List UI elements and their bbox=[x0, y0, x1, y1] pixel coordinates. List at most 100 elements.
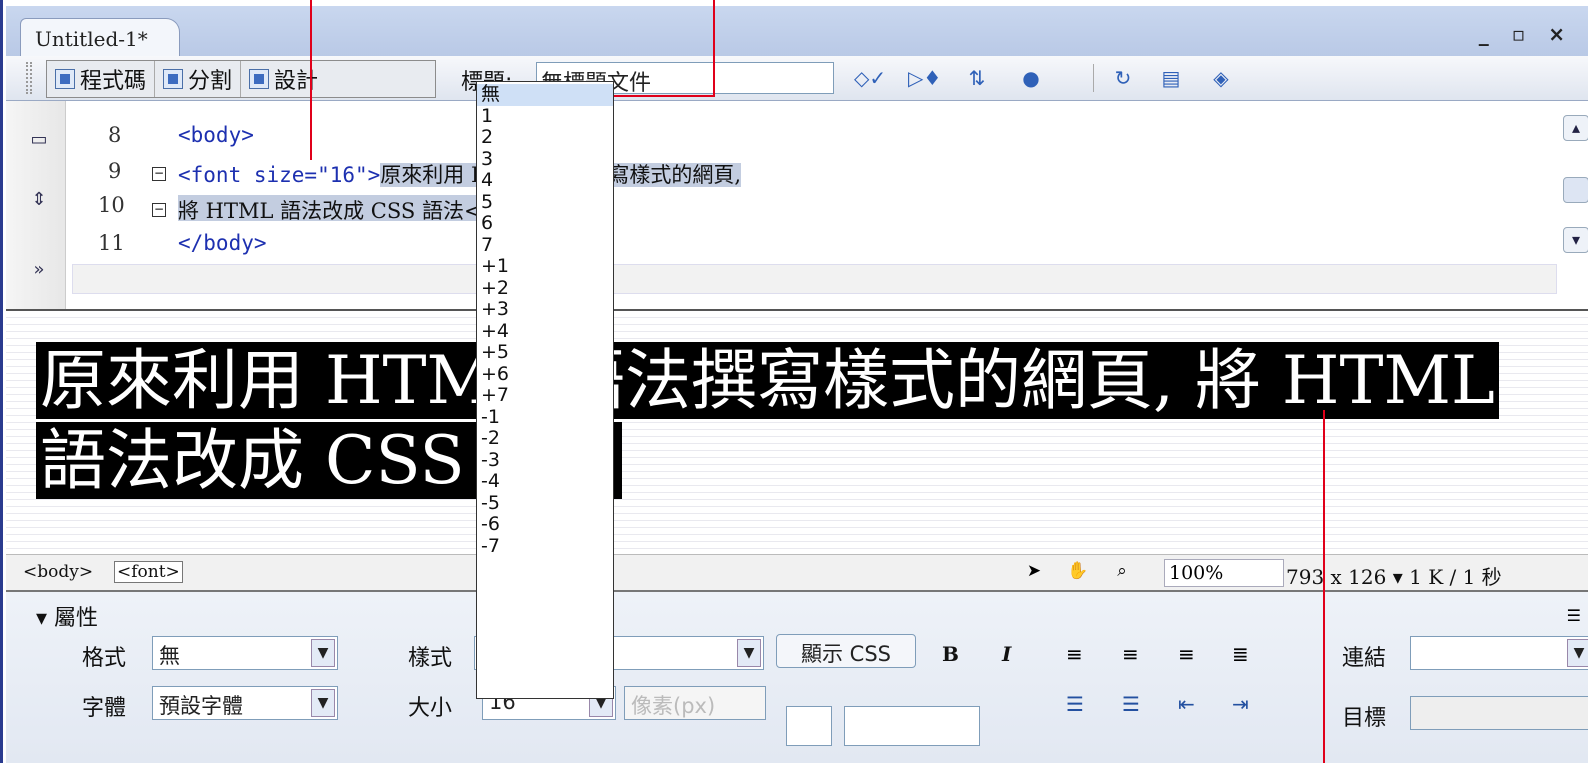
collapse-tag-icon[interactable]: ⇕ bbox=[28, 189, 50, 211]
dropdown-option[interactable]: +2 bbox=[477, 277, 613, 300]
dropdown-option[interactable]: +3 bbox=[477, 299, 613, 321]
status-bar: <body> <font> ➤ ✋ ⌕ 100% 793 x 126 ▾ 1 K… bbox=[6, 554, 1588, 592]
scroll-up-icon[interactable]: ▴ bbox=[1563, 115, 1588, 141]
color-input[interactable] bbox=[844, 706, 980, 746]
outdent-icon[interactable]: ⇤ bbox=[1178, 692, 1195, 716]
code-horizontal-scrollbar[interactable] bbox=[72, 264, 1557, 294]
split-view-icon bbox=[163, 69, 184, 89]
line-number: 9 bbox=[108, 159, 122, 183]
dropdown-option[interactable]: 4 bbox=[477, 170, 613, 192]
dropdown-option[interactable]: 7 bbox=[477, 234, 613, 257]
size-dropdown-list[interactable]: 無 1 2 3 4 5 6 7 +1 +2 +3 +4 +5 +6 +7 -1 -2 -3 -4 -5 -6 -7 bbox=[476, 81, 614, 699]
dropdown-option[interactable]: +6 bbox=[477, 363, 613, 386]
italic-button[interactable]: I bbox=[1002, 642, 1011, 666]
properties-title: 屬性 bbox=[54, 606, 99, 631]
link-input[interactable]: ▼ bbox=[1410, 636, 1588, 670]
design-view-button[interactable]: 設計 bbox=[241, 61, 326, 97]
file-transfer-icon[interactable]: ⇅ bbox=[962, 64, 992, 92]
browser-check-icon[interactable]: ▷♦ bbox=[908, 64, 941, 92]
select-tool-icon[interactable]: ➤ bbox=[1022, 561, 1046, 585]
format-select[interactable]: 無 ▼ bbox=[152, 636, 338, 670]
zoom-tool-icon[interactable]: ⌕ bbox=[1110, 561, 1134, 585]
size-label: 大小 bbox=[408, 696, 453, 721]
document-toolbar: 程式碼 分割 設計 標題: 無標題文件 ◇✓ ▷♦ ⇅ ● ↻ ▤ ◈ bbox=[6, 56, 1588, 101]
view-mode-group: 程式碼 分割 設計 bbox=[46, 60, 436, 98]
fold-toggle-icon[interactable]: − bbox=[152, 167, 166, 181]
dropdown-option[interactable]: +1 bbox=[477, 256, 613, 278]
target-label: 目標 bbox=[1342, 706, 1387, 731]
scroll-down-icon[interactable]: ▾ bbox=[1563, 227, 1588, 253]
line-number: 10 bbox=[98, 193, 125, 217]
zoom-select[interactable]: 100% bbox=[1164, 559, 1284, 587]
annotation-line bbox=[1323, 410, 1325, 763]
show-css-button[interactable]: 顯示 CSS bbox=[776, 634, 916, 668]
font-select[interactable]: 預設字體 ▼ bbox=[152, 686, 338, 720]
split-view-button[interactable]: 分割 bbox=[155, 61, 242, 97]
chevron-down-icon[interactable]: ▼ bbox=[1567, 639, 1588, 667]
dropdown-option[interactable]: -7 bbox=[477, 535, 613, 558]
dropdown-option[interactable]: 1 bbox=[477, 105, 613, 128]
dropdown-option[interactable]: 2 bbox=[477, 127, 613, 149]
justify-icon[interactable]: ≣ bbox=[1232, 642, 1249, 666]
chevron-down-icon[interactable]: ▼ bbox=[311, 639, 335, 667]
tag-selector-body[interactable]: <body> bbox=[20, 561, 96, 583]
code-view[interactable]: ▭ ⇕ » 8 9 10 11 − − <body> <font size="1… bbox=[6, 101, 1588, 311]
ordered-list-icon[interactable]: ☰ bbox=[1122, 692, 1140, 716]
annotation-line bbox=[310, 0, 312, 160]
toolbar-grip[interactable] bbox=[26, 62, 32, 94]
dropdown-option[interactable]: 5 bbox=[477, 191, 613, 214]
code-line-11: </body> bbox=[178, 231, 267, 255]
dropdown-option[interactable]: -3 bbox=[477, 449, 613, 472]
tag-selector-font[interactable]: <font> bbox=[114, 561, 183, 583]
dropdown-option[interactable]: +4 bbox=[477, 320, 613, 343]
dropdown-option[interactable]: +7 bbox=[477, 385, 613, 407]
dropdown-option[interactable]: 6 bbox=[477, 213, 613, 235]
code-vertical-scrollbar[interactable]: ▴ ▾ bbox=[1561, 115, 1588, 255]
expand-more-icon[interactable]: » bbox=[28, 259, 50, 281]
validate-icon[interactable]: ◇✓ bbox=[854, 64, 886, 92]
open-documents-icon[interactable]: ▭ bbox=[28, 129, 50, 151]
indent-icon[interactable]: ⇥ bbox=[1232, 692, 1249, 716]
design-view-icon bbox=[249, 69, 270, 89]
align-center-icon[interactable]: ≡ bbox=[1122, 642, 1139, 666]
chevron-down-icon[interactable]: ▼ bbox=[311, 689, 335, 717]
visual-aids-icon[interactable]: ◈ bbox=[1206, 64, 1236, 92]
dropdown-option[interactable]: 3 bbox=[477, 148, 613, 171]
color-picker[interactable] bbox=[786, 706, 832, 746]
dropdown-option[interactable]: -1 bbox=[477, 406, 613, 429]
style-label: 樣式 bbox=[408, 646, 453, 671]
refresh-icon[interactable]: ↻ bbox=[1108, 64, 1138, 92]
window-size[interactable]: 793 x 126 ▾ 1 K / 1 秒 bbox=[1286, 561, 1502, 590]
properties-header[interactable]: ▾ 屬性 bbox=[6, 600, 1588, 631]
design-view[interactable]: 原來利用 HTML 語法撰寫樣式的網頁, 將 HTML 語法改成 CSS 語法 bbox=[6, 311, 1588, 554]
window-controls[interactable]: _ ▫ × bbox=[1479, 22, 1573, 46]
unordered-list-icon[interactable]: ☰ bbox=[1066, 692, 1084, 716]
design-text[interactable]: 原來利用 HTML 語法撰寫樣式的網頁, 將 HTML 語法改成 CSS 語法 bbox=[36, 341, 1536, 501]
toolbar-separator bbox=[1093, 64, 1094, 92]
document-tab-bar: Untitled-1* _ ▫ × bbox=[6, 0, 1588, 60]
coding-toolbar: ▭ ⇕ » bbox=[6, 101, 66, 309]
dropdown-option[interactable]: -6 bbox=[477, 514, 613, 536]
fold-end-icon[interactable]: − bbox=[152, 203, 166, 217]
align-left-icon[interactable]: ≡ bbox=[1066, 642, 1083, 666]
properties-panel: ▾ 屬性 格式 無 ▼ 字體 預設字體 ▼ 樣式 ▼ 大小 16 ▼ 像素(px) 顯… bbox=[6, 592, 1588, 763]
scroll-thumb[interactable] bbox=[1563, 177, 1588, 203]
format-label: 格式 bbox=[82, 646, 127, 671]
preview-globe-icon[interactable]: ● bbox=[1016, 64, 1046, 92]
link-label: 連結 bbox=[1342, 646, 1387, 671]
hand-tool-icon[interactable]: ✋ bbox=[1066, 561, 1090, 585]
align-right-icon[interactable]: ≡ bbox=[1178, 642, 1195, 666]
code-view-button[interactable]: 程式碼 bbox=[47, 61, 156, 97]
line-gutter: 8 9 10 11 − − bbox=[66, 101, 166, 266]
panel-options-icon[interactable]: ☰ bbox=[1567, 606, 1581, 625]
dropdown-option[interactable]: +5 bbox=[477, 342, 613, 364]
dropdown-option[interactable]: -2 bbox=[477, 428, 613, 450]
line-number: 11 bbox=[98, 231, 125, 255]
document-tab[interactable]: Untitled-1* bbox=[20, 18, 180, 60]
chevron-down-icon[interactable]: ▼ bbox=[737, 639, 761, 667]
dropdown-option[interactable]: -4 bbox=[477, 471, 613, 493]
view-options-icon[interactable]: ▤ bbox=[1156, 64, 1186, 92]
dropdown-option[interactable]: 無 bbox=[477, 84, 613, 106]
dropdown-option[interactable]: -5 bbox=[477, 492, 613, 515]
bold-button[interactable]: B bbox=[942, 642, 959, 666]
